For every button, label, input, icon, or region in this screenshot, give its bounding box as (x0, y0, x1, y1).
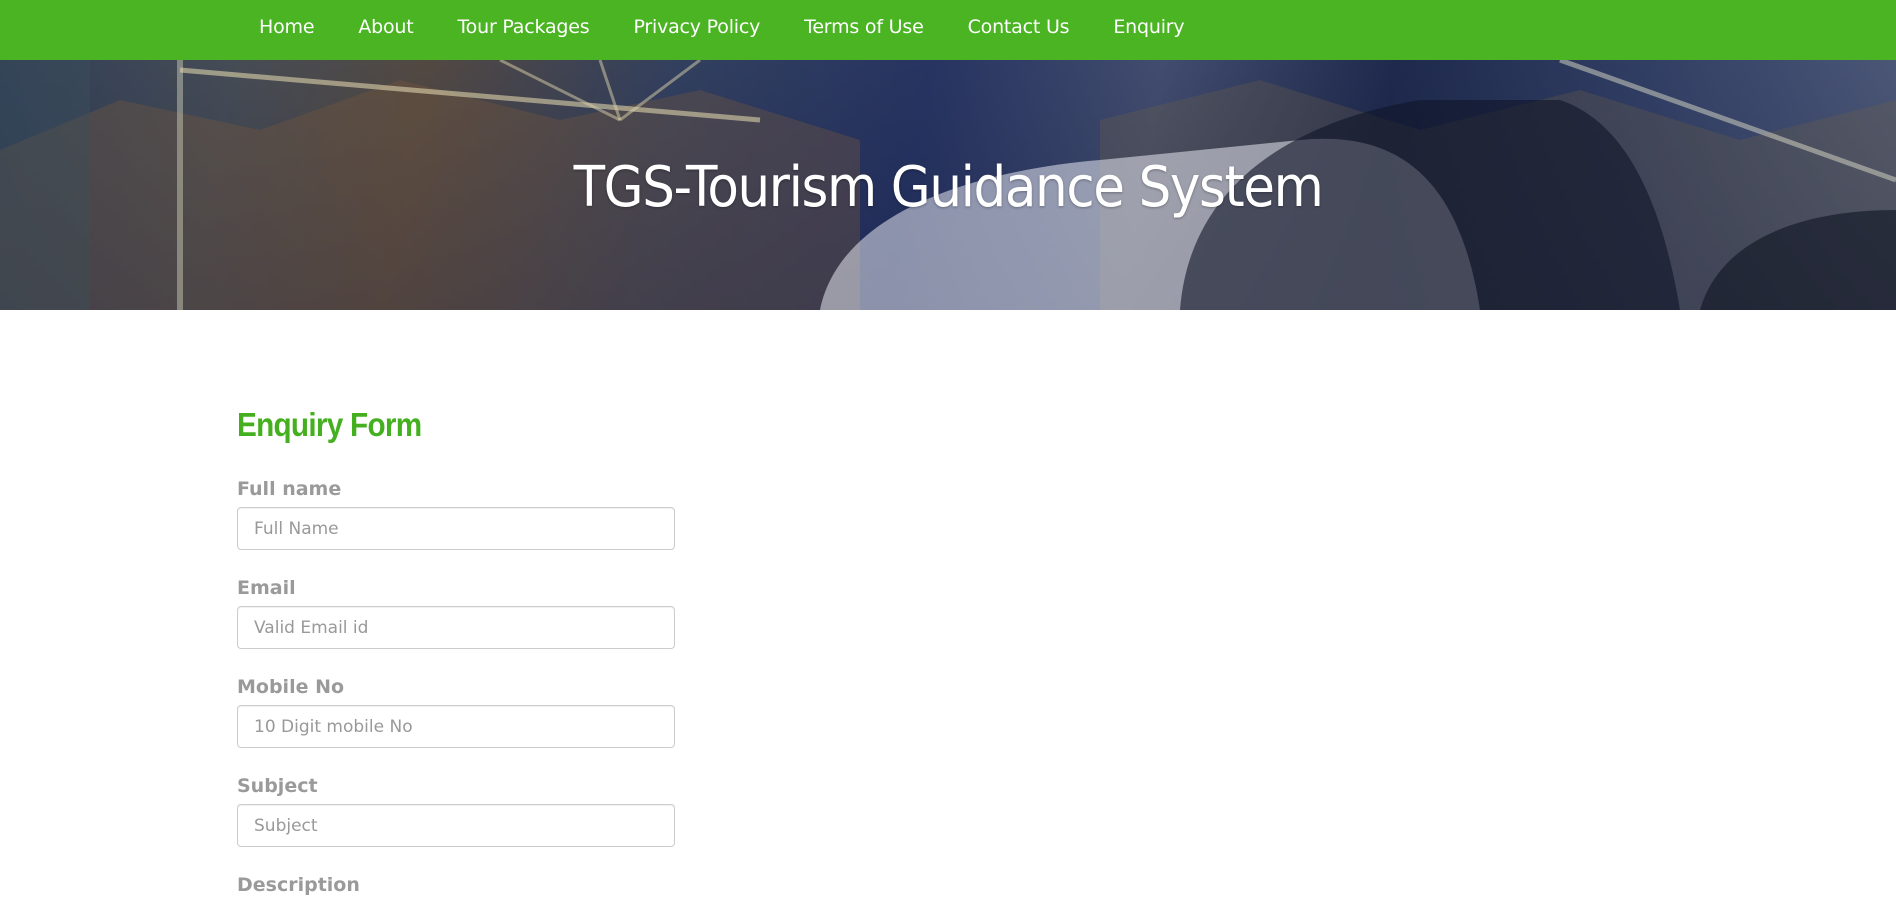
form-group-email: Email (237, 576, 697, 649)
full-name-label: Full name (237, 478, 342, 500)
enquiry-form: Enquiry Form Full name Email Mobile No S… (237, 405, 697, 923)
form-group-subject: Subject (237, 774, 697, 847)
nav-menu: Home About Tour Packages Privacy Policy … (237, 0, 1206, 54)
subject-input[interactable] (237, 804, 675, 847)
nav-item-contact-us[interactable]: Contact Us (946, 16, 1092, 38)
full-name-input[interactable] (237, 507, 675, 550)
site-title: TGS-Tourism Guidance System (573, 155, 1324, 220)
mobile-input[interactable] (237, 705, 675, 748)
form-group-description: Description (237, 873, 697, 897)
form-group-full-name: Full name (237, 477, 697, 550)
subject-label: Subject (237, 775, 318, 797)
nav-item-tour-packages[interactable]: Tour Packages (436, 16, 612, 38)
mobile-label: Mobile No (237, 676, 345, 698)
nav-item-enquiry[interactable]: Enquiry (1091, 16, 1206, 38)
nav-item-home[interactable]: Home (237, 16, 336, 38)
form-heading: Enquiry Form (237, 406, 422, 443)
email-label: Email (237, 577, 296, 599)
nav-item-about[interactable]: About (336, 16, 435, 38)
top-navbar: Home About Tour Packages Privacy Policy … (0, 0, 1896, 60)
form-group-mobile: Mobile No (237, 675, 697, 748)
nav-item-terms-of-use[interactable]: Terms of Use (782, 16, 945, 38)
hero-banner: TGS-Tourism Guidance System (0, 60, 1896, 310)
email-input[interactable] (237, 606, 675, 649)
nav-item-privacy-policy[interactable]: Privacy Policy (611, 16, 782, 38)
description-label: Description (237, 874, 360, 896)
